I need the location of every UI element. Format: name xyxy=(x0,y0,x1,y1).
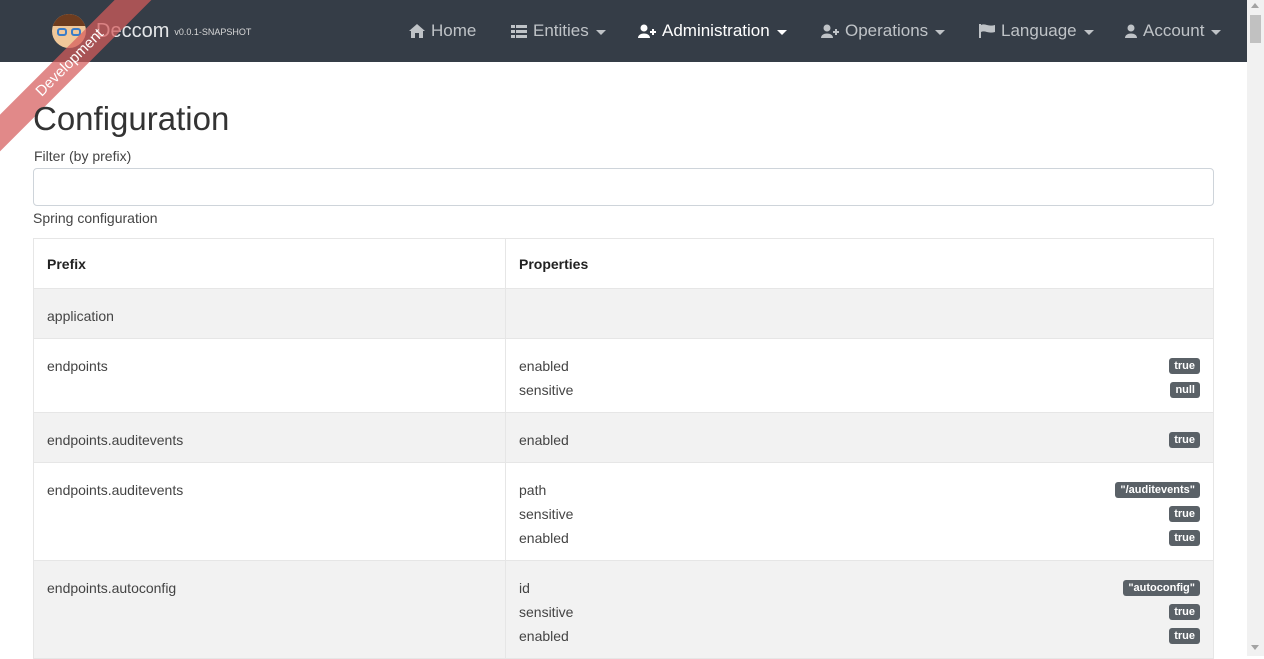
property-row: enabled true xyxy=(519,428,1200,452)
property-row: sensitive true xyxy=(519,502,1200,526)
chevron-down-icon xyxy=(595,29,606,35)
flag-icon xyxy=(979,24,995,38)
chevron-down-icon xyxy=(1083,29,1094,35)
section-label: Spring configuration xyxy=(33,210,158,226)
table-row: endpoints enabled true sensitive null xyxy=(33,338,1214,413)
nav-operations[interactable]: Operations xyxy=(821,0,946,62)
property-value-badge: true xyxy=(1169,432,1200,448)
property-value-badge: null xyxy=(1170,382,1200,398)
property-value-badge: true xyxy=(1169,628,1200,644)
property-key: enabled xyxy=(519,530,569,546)
header-prefix[interactable]: Prefix xyxy=(33,238,506,289)
nav-administration[interactable]: Administration xyxy=(638,0,787,62)
table-row: endpoints.autoconfig id "autoconfig" sen… xyxy=(33,560,1214,659)
top-navbar: Deccom v0.0.1-SNAPSHOT Home Entities Adm… xyxy=(0,0,1247,62)
nav-home[interactable]: Home xyxy=(409,0,476,62)
nav-entities[interactable]: Entities xyxy=(511,0,606,62)
configuration-table: Prefix Properties application endpoints … xyxy=(33,238,1214,659)
chevron-down-icon xyxy=(1211,29,1222,35)
table-row: application xyxy=(33,288,1214,339)
properties-cell: enabled true sensitive null xyxy=(505,338,1214,413)
user-icon xyxy=(1125,24,1137,38)
chevron-down-icon xyxy=(776,29,787,35)
property-value-badge: "/auditevents" xyxy=(1115,482,1200,498)
list-icon xyxy=(511,24,527,38)
property-key: enabled xyxy=(519,358,569,374)
property-value-badge: "autoconfig" xyxy=(1123,580,1200,596)
page-title: Configuration xyxy=(33,100,230,137)
property-row: id "autoconfig" xyxy=(519,576,1200,600)
nav-account[interactable]: Account xyxy=(1125,0,1222,62)
table-header-row: Prefix Properties xyxy=(33,238,1214,289)
nav-account-label: Account xyxy=(1143,21,1205,40)
brand-link[interactable]: Deccom v0.0.1-SNAPSHOT xyxy=(52,8,251,54)
property-key: path xyxy=(519,482,547,498)
property-row: sensitive true xyxy=(519,600,1200,624)
properties-cell: id "autoconfig" sensitive true enabled t… xyxy=(505,560,1214,659)
brand-name: Deccom xyxy=(96,19,170,42)
user-plus-icon xyxy=(638,24,656,38)
property-row: enabled true xyxy=(519,354,1200,378)
nav-administration-label: Administration xyxy=(662,21,770,40)
property-key: enabled xyxy=(519,628,569,644)
prefix-cell: endpoints xyxy=(33,338,506,413)
filter-input[interactable] xyxy=(33,168,1214,206)
property-row: sensitive null xyxy=(519,378,1200,402)
properties-cell xyxy=(505,288,1214,339)
table-row: endpoints.auditevents enabled true xyxy=(33,412,1214,463)
header-properties[interactable]: Properties xyxy=(505,238,1214,289)
chevron-down-icon xyxy=(935,29,946,35)
properties-cell: enabled true xyxy=(505,412,1214,463)
nav-language-label: Language xyxy=(1001,21,1077,40)
nav-entities-label: Entities xyxy=(533,21,589,40)
property-key: id xyxy=(519,580,530,596)
prefix-cell: endpoints.autoconfig xyxy=(33,560,506,659)
property-key: sensitive xyxy=(519,604,574,620)
avatar-logo-icon xyxy=(52,14,86,48)
prefix-cell: application xyxy=(33,288,506,339)
user-plus-icon xyxy=(821,24,839,38)
property-row: path "/auditevents" xyxy=(519,478,1200,502)
property-value-badge: true xyxy=(1169,530,1200,546)
nav-home-label: Home xyxy=(431,21,477,40)
scroll-up-arrow-icon[interactable] xyxy=(1251,3,1259,8)
prefix-cell: endpoints.auditevents xyxy=(33,462,506,561)
property-row: enabled true xyxy=(519,624,1200,648)
property-key: sensitive xyxy=(519,382,574,398)
scroll-down-arrow-icon[interactable] xyxy=(1251,645,1259,650)
prefix-cell: endpoints.auditevents xyxy=(33,412,506,463)
vertical-scrollbar[interactable] xyxy=(1247,0,1264,656)
scrollbar-thumb[interactable] xyxy=(1250,15,1261,43)
table-row: endpoints.auditevents path "/auditevents… xyxy=(33,462,1214,561)
property-key: enabled xyxy=(519,432,569,448)
property-row: enabled true xyxy=(519,526,1200,550)
nav-operations-label: Operations xyxy=(845,21,929,40)
property-value-badge: true xyxy=(1169,358,1200,374)
home-icon xyxy=(409,24,425,38)
property-value-badge: true xyxy=(1169,604,1200,620)
property-value-badge: true xyxy=(1169,506,1200,522)
property-key: sensitive xyxy=(519,506,574,522)
brand-version: v0.0.1-SNAPSHOT xyxy=(174,27,252,37)
properties-cell: path "/auditevents" sensitive true enabl… xyxy=(505,462,1214,561)
filter-label: Filter (by prefix) xyxy=(34,148,132,164)
nav-language[interactable]: Language xyxy=(979,0,1094,62)
